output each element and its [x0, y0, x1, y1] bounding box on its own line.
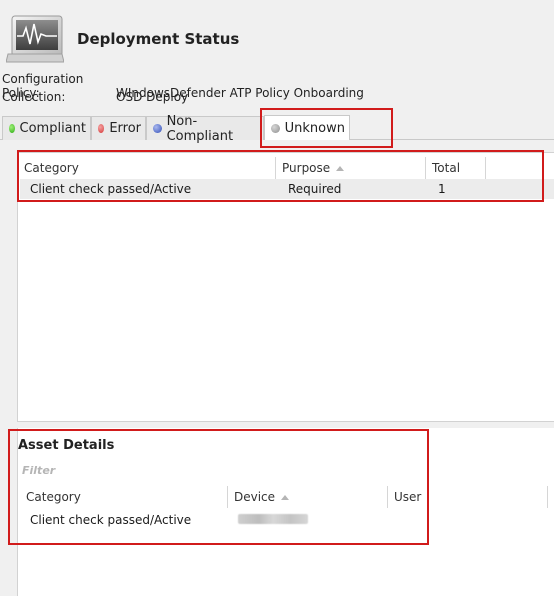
cell-category: Client check passed/Active: [30, 182, 192, 196]
summary-grid-header: Category Purpose Total: [18, 153, 486, 179]
column-header-category[interactable]: Category: [18, 157, 276, 179]
summary-grid: Category Purpose Total Client check pass…: [17, 152, 554, 422]
collection-label: Collection:: [2, 90, 66, 104]
cell-total: 1: [438, 182, 446, 196]
red-dot-icon: [98, 124, 105, 133]
sort-ascending-icon: [336, 165, 345, 171]
tab-error[interactable]: Error: [91, 116, 146, 140]
cell-device: [228, 513, 388, 527]
asset-grid-header: Category Device User: [20, 486, 548, 508]
blue-dot-icon: [153, 124, 162, 133]
page-title: Deployment Status: [77, 30, 240, 48]
table-row[interactable]: Client check passed/Active: [20, 510, 388, 530]
tab-compliant[interactable]: Compliant: [2, 116, 91, 140]
collection-value: OSD Deploy: [116, 90, 189, 104]
column-header-total[interactable]: Total: [426, 157, 486, 179]
filter-input[interactable]: Filter: [22, 464, 55, 477]
column-header-category[interactable]: Category: [20, 486, 228, 508]
gray-dot-icon: [271, 123, 280, 133]
table-row[interactable]: Client check passed/Active Required 1: [20, 179, 554, 199]
cell-purpose: Required: [288, 182, 342, 196]
tab-non-compliant[interactable]: Non-Compliant: [146, 114, 264, 144]
column-header-purpose[interactable]: Purpose: [276, 157, 426, 179]
status-tabs: Compliant Error Non-Compliant Unknown: [0, 114, 554, 144]
tab-label: Non-Compliant: [166, 113, 234, 144]
asset-details-panel: Asset Details Filter Category Device Use…: [17, 428, 554, 596]
asset-details-title: Asset Details: [18, 438, 115, 453]
collection-row: Collection: OSD Deploy: [2, 90, 188, 104]
column-header-device[interactable]: Device: [228, 486, 388, 508]
tab-label: Unknown: [284, 120, 345, 136]
sort-ascending-icon: [281, 494, 290, 500]
cell-category: Client check passed/Active: [30, 513, 192, 527]
green-dot-icon: [9, 124, 15, 133]
header: Deployment Status: [0, 0, 554, 70]
column-header-user[interactable]: User: [388, 486, 548, 508]
tab-label: Compliant: [19, 121, 86, 136]
redacted-device-name: [238, 514, 308, 524]
tab-unknown[interactable]: Unknown: [264, 115, 350, 140]
monitor-pulse-icon: [6, 15, 64, 63]
tab-label: Error: [109, 121, 141, 136]
